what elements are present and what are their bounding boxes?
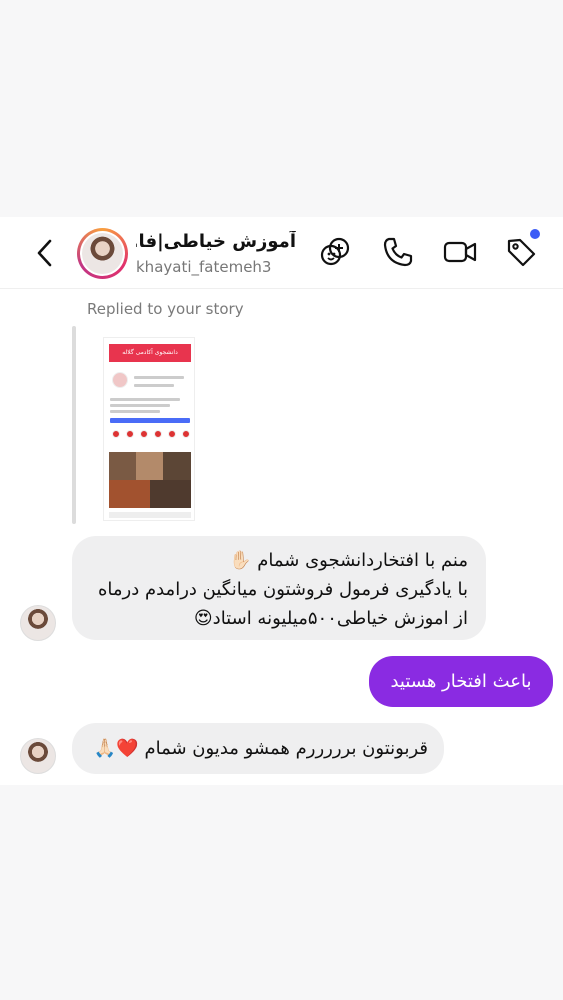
story-reply-label: Replied to your story: [87, 300, 244, 318]
contact-name[interactable]: آموزش خیاطی|فا...: [136, 231, 296, 252]
direct-message-thread: آموزش خیاطی|فا... khayati_fatemeh3 Repli…: [0, 217, 563, 785]
incoming-message[interactable]: منم با افتخاردانشجوی شمام ✋🏻 با یادگیری …: [72, 536, 486, 640]
story-reply-bar: [72, 326, 76, 524]
outgoing-message[interactable]: باعث افتخار هستید: [369, 656, 553, 707]
top-blank-area: [0, 0, 563, 217]
story-thumbnail[interactable]: دانشجوی آکادمی گلاله: [103, 337, 195, 521]
sender-avatar[interactable]: [20, 605, 56, 641]
story-banner-text: دانشجوی آکادمی گلاله: [109, 344, 191, 362]
tag-icon[interactable]: [504, 235, 538, 269]
sender-avatar[interactable]: [20, 738, 56, 774]
bottom-blank-area: [0, 785, 563, 1000]
back-arrow-icon[interactable]: [34, 237, 56, 269]
chat-header: آموزش خیاطی|فا... khayati_fatemeh3: [0, 217, 563, 289]
add-person-icon[interactable]: [318, 235, 352, 269]
video-camera-icon[interactable]: [442, 235, 478, 269]
contact-username[interactable]: khayati_fatemeh3: [136, 258, 271, 276]
incoming-message[interactable]: قربونتون برررررم همشو مدیون شمام ❤️🙏🏻: [72, 723, 444, 774]
story-photo-grid: [109, 452, 191, 508]
profile-avatar[interactable]: [77, 228, 128, 279]
notification-dot: [530, 229, 540, 239]
phone-icon[interactable]: [381, 235, 415, 269]
